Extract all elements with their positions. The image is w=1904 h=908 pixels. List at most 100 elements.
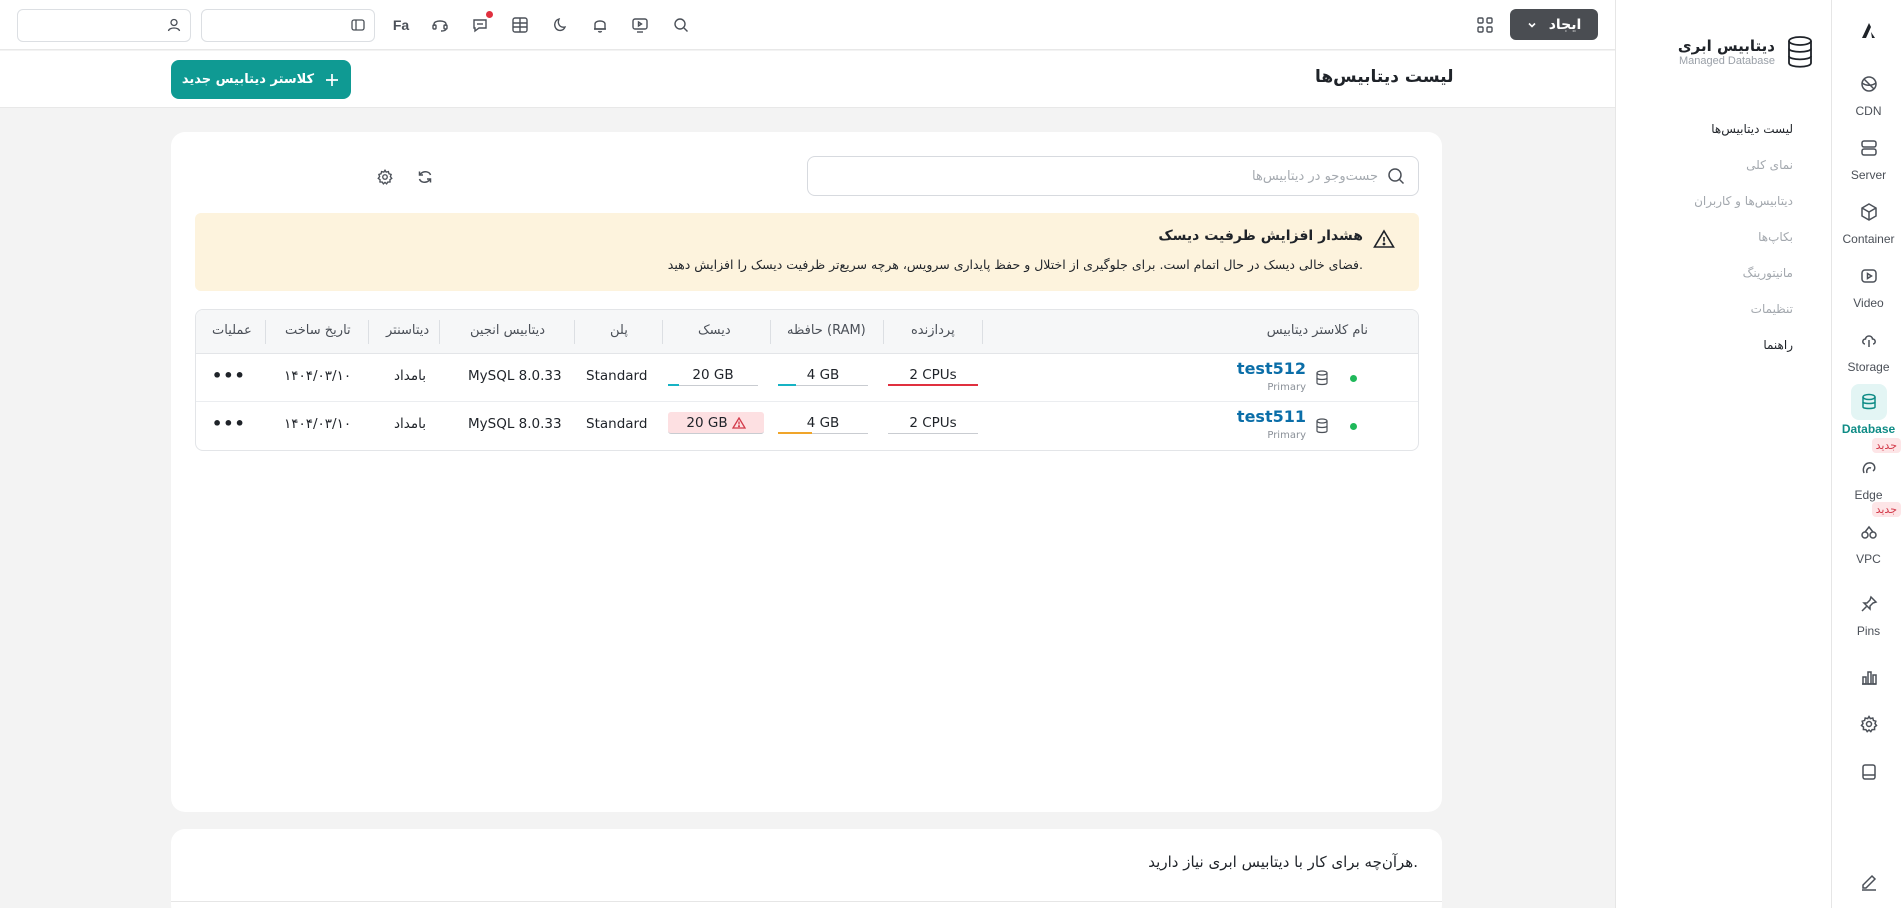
disk-usage-bar <box>668 384 679 386</box>
created-cell: ۱۴۰۴/۰۳/۱۰ <box>284 368 352 384</box>
dark-mode-icon[interactable] <box>547 12 573 38</box>
rail-label: VPC <box>1856 552 1881 566</box>
create-label: ایجاد <box>1548 16 1582 33</box>
warning-icon <box>731 416 746 429</box>
database-table: نام کلاستر دیتابیس پردازنده حافظه (RAM) … <box>195 309 1419 451</box>
support-icon[interactable] <box>427 12 453 38</box>
container-icon <box>1851 194 1887 230</box>
table-row[interactable]: test512 Primary 2 CPUs 4 GB 20 GB Standa… <box>196 354 1418 402</box>
monitor-icon[interactable] <box>627 12 653 38</box>
rail-label: Container <box>1842 232 1895 246</box>
ram-usage-bar <box>778 432 813 434</box>
th-plan: پلن <box>610 323 628 338</box>
th-ram: حافظه (RAM) <box>787 323 866 338</box>
launcher-grid-icon[interactable] <box>1472 12 1498 38</box>
logo-icon[interactable] <box>1856 18 1880 42</box>
subnav-item-settings[interactable]: تنظیمات <box>1751 302 1793 316</box>
th-name: نام کلاستر دیتابیس <box>1266 323 1368 338</box>
warning-icon <box>1373 229 1395 249</box>
project-selector[interactable] <box>201 9 375 42</box>
top-bar: Fa ایجاد <box>0 0 1615 50</box>
ram-usage: 4 GB <box>778 412 868 434</box>
vpc-icon <box>1851 514 1887 550</box>
rail-item-server[interactable]: Server <box>1832 130 1904 190</box>
cluster-name-link[interactable]: test511 <box>1237 407 1306 426</box>
subnav-item-guide[interactable]: راهنما <box>1763 338 1793 352</box>
database-list-card: جست‌وجو در دیتابیس‌ها هشدار افزایش ظرفیت… <box>171 132 1442 812</box>
database-product-icon <box>1785 35 1815 69</box>
table-row[interactable]: test511 Primary 2 CPUs 4 GB 20 GB Standa… <box>196 402 1418 450</box>
product-subtitle: Managed Database <box>1678 55 1775 67</box>
status-dot <box>1350 375 1357 382</box>
language-switch[interactable]: Fa <box>388 12 414 38</box>
disk-warning-alert: هشدار افزایش ظرفیت دیسک فضای خالی دیسک د… <box>195 213 1419 291</box>
new-badge: جدید <box>1871 502 1901 517</box>
th-created: تاریخ ساخت <box>285 323 351 338</box>
settings-icon[interactable] <box>1832 704 1904 744</box>
th-datacenter: دیتاسنتر <box>386 323 430 338</box>
create-button[interactable]: ایجاد <box>1510 9 1598 40</box>
more-actions-button[interactable]: ••• <box>212 414 246 433</box>
refresh-icon[interactable] <box>414 166 436 188</box>
edit-icon[interactable] <box>1832 862 1904 902</box>
product-header: دیتابیس ابری Managed Database <box>1678 30 1815 74</box>
alert-title: هشدار افزایش ظرفیت دیسک <box>1158 228 1363 244</box>
disk-usage-warning: 20 GB <box>668 412 764 434</box>
alert-text: فضای خالی دیسک در حال اتمام است. برای جل… <box>667 257 1363 272</box>
search-icon[interactable] <box>668 12 694 38</box>
database-icon <box>1850 384 1887 420</box>
new-cluster-label: کلاستر دیتابیس جدید <box>181 72 315 87</box>
datacenter-cell: بامداد <box>394 416 426 432</box>
subnav-item-overview[interactable]: نمای کلی <box>1746 158 1793 172</box>
pin-icon <box>1851 586 1887 622</box>
cluster-role: Primary <box>1267 430 1306 441</box>
rail-item-cdn[interactable]: CDN <box>1832 66 1904 126</box>
rail-label: Storage <box>1847 360 1890 374</box>
th-actions: عملیات <box>212 323 252 338</box>
rail-item-container[interactable]: Container <box>1832 194 1904 254</box>
created-cell: ۱۴۰۴/۰۳/۱۰ <box>284 416 352 432</box>
rail-label: Pins <box>1856 624 1881 638</box>
account-selector[interactable] <box>17 9 191 42</box>
panel-icon <box>350 17 366 33</box>
rail-item-video[interactable]: Video <box>1832 258 1904 318</box>
rail-item-storage[interactable]: Storage <box>1832 322 1904 382</box>
storage-icon <box>1851 322 1887 358</box>
subnav-item-backups[interactable]: بکاپ‌ها <box>1758 230 1793 244</box>
rail-label: Server <box>1850 168 1887 182</box>
chat-icon[interactable] <box>467 11 493 38</box>
rail-item-edge[interactable]: جدید Edge <box>1832 438 1904 510</box>
cluster-name-link[interactable]: test512 <box>1237 359 1306 378</box>
more-actions-button[interactable]: ••• <box>212 366 246 385</box>
sub-sidebar: دیتابیس ابری Managed Database لیست دیتاب… <box>1615 0 1831 908</box>
docs-icon[interactable] <box>1832 752 1904 792</box>
rail-item-database[interactable]: Database <box>1832 384 1904 444</box>
new-badge: جدید <box>1871 438 1901 453</box>
cpu-usage: 2 CPUs <box>888 364 978 386</box>
resources-card: هرآن‌چه برای کار با دیتابیس ابری نیاز دا… <box>171 829 1442 908</box>
plus-icon <box>324 72 340 88</box>
apps-grid-icon[interactable] <box>507 12 533 38</box>
th-disk: دیسک <box>698 323 731 338</box>
rail-item-pins[interactable]: Pins <box>1832 586 1904 646</box>
engine-cell: MySQL 8.0.33 <box>468 368 562 384</box>
subnav-item-database-list[interactable]: لیست دیتابیس‌ها <box>1711 122 1793 136</box>
new-cluster-button[interactable]: کلاستر دیتابیس جدید <box>171 60 351 99</box>
server-icon <box>1851 130 1887 166</box>
gear-icon[interactable] <box>374 166 396 188</box>
product-title: دیتابیس ابری <box>1677 37 1775 55</box>
subnav-item-databases-users[interactable]: دیتابیس‌ها و کاربران <box>1694 194 1793 208</box>
resources-title: هرآن‌چه برای کار با دیتابیس ابری نیاز دا… <box>1148 853 1418 871</box>
plan-cell: Standard <box>586 368 648 384</box>
status-dot <box>1350 423 1357 430</box>
cpu-usage-bar <box>888 384 978 386</box>
rail-label: Database <box>1841 422 1896 436</box>
database-icon <box>1315 370 1329 386</box>
subnav-item-monitoring[interactable]: مانیتورینگ <box>1743 266 1793 280</box>
search-input[interactable]: جست‌وجو در دیتابیس‌ها <box>807 156 1419 196</box>
bell-icon[interactable] <box>587 12 613 38</box>
chevron-down-icon <box>1527 20 1537 30</box>
cpu-usage: 2 CPUs <box>888 412 978 434</box>
analytics-icon[interactable] <box>1832 657 1904 697</box>
rail-item-vpc[interactable]: جدید VPC <box>1832 502 1904 574</box>
